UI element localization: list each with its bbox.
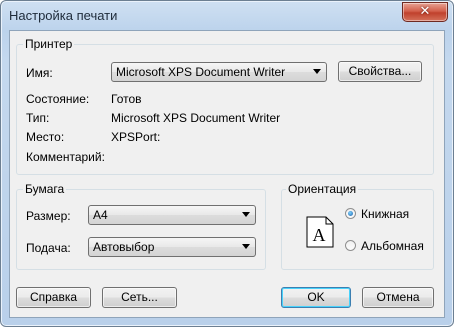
paper-source-value: Автовыбор: [93, 240, 155, 254]
help-button[interactable]: Справка: [16, 287, 91, 308]
paper-group: [16, 189, 266, 270]
printer-name-value: Microsoft XPS Document Writer: [116, 65, 286, 79]
where-label: Место:: [26, 130, 65, 144]
landscape-radio[interactable]: [345, 240, 356, 251]
print-setup-dialog: Настройка печати ✕ Принтер Имя: Microsof…: [0, 0, 454, 327]
orientation-group: [281, 189, 434, 270]
landscape-label[interactable]: Альбомная: [361, 239, 424, 253]
printer-name-select[interactable]: Microsoft XPS Document Writer: [111, 62, 327, 82]
paper-size-label: Размер:: [26, 209, 71, 223]
portrait-radio[interactable]: [345, 208, 356, 219]
chevron-down-icon: [242, 244, 250, 249]
chevron-down-icon: [242, 212, 250, 217]
status-value: Готов: [111, 92, 142, 106]
where-value: XPSPort:: [111, 130, 161, 144]
close-button[interactable]: ✕: [402, 2, 448, 22]
page-letter: A: [313, 225, 326, 245]
chevron-down-icon: [313, 69, 321, 74]
paper-group-label: Бумага: [23, 182, 67, 196]
portrait-label[interactable]: Книжная: [361, 207, 409, 221]
paper-size-value: A4: [93, 208, 108, 222]
orientation-group-label: Ориентация: [286, 182, 359, 196]
printer-group-label: Принтер: [23, 37, 75, 51]
paper-source-select[interactable]: Автовыбор: [88, 237, 256, 257]
close-icon: ✕: [419, 4, 431, 19]
type-value: Microsoft XPS Document Writer: [111, 111, 281, 125]
paper-source-label: Подача:: [26, 241, 71, 255]
network-button[interactable]: Сеть...: [102, 287, 177, 308]
printer-name-label: Имя:: [26, 66, 53, 80]
status-label: Состояние:: [26, 92, 90, 106]
dialog-client-area: Принтер Имя: Microsoft XPS Document Writ…: [9, 30, 445, 318]
paper-size-select[interactable]: A4: [88, 205, 256, 225]
comment-label: Комментарий:: [26, 150, 105, 164]
ok-button[interactable]: OK: [281, 287, 351, 308]
properties-button[interactable]: Свойства...: [338, 61, 422, 82]
cancel-button[interactable]: Отмена: [362, 287, 434, 308]
portrait-page-icon: A: [306, 216, 334, 248]
window-title: Настройка печати: [9, 8, 118, 23]
type-label: Тип:: [26, 111, 50, 125]
